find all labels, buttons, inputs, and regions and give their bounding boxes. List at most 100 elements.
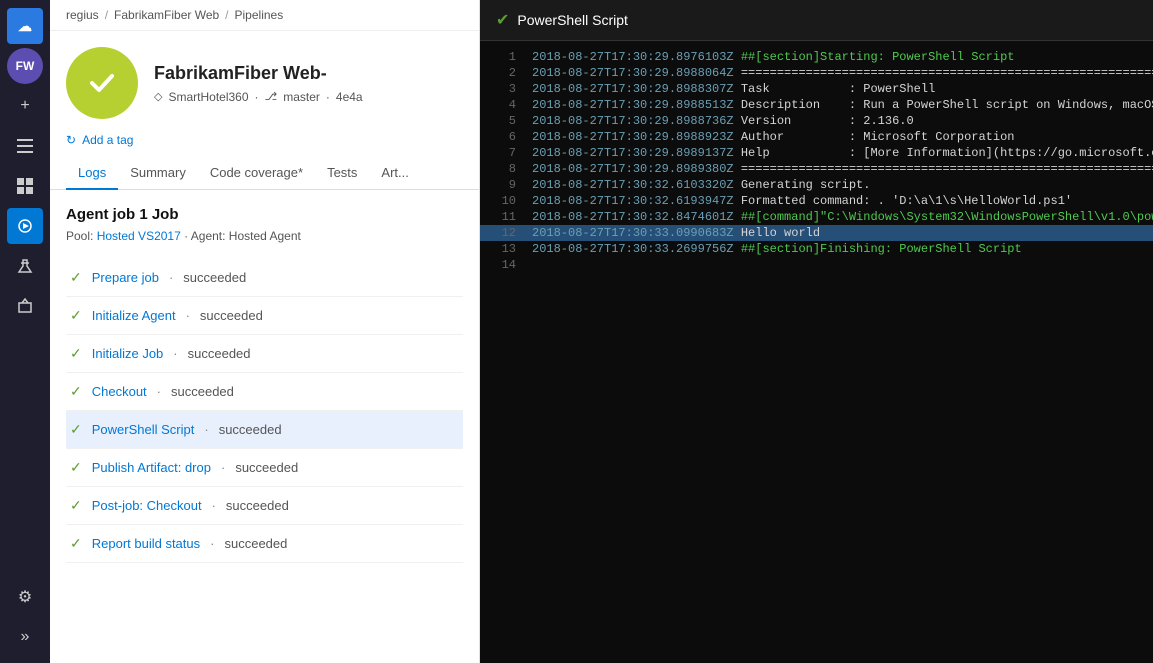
build-branch: master [283,90,320,104]
task-name-publish: Publish Artifact: drop [92,460,211,475]
task-check-powershell: ✓ [70,421,82,438]
task-dot-checkout: · [157,384,161,399]
add-icon[interactable]: + [7,88,43,124]
breadcrumb-sep-2: / [225,8,228,22]
task-name-powershell: PowerShell Script [92,422,195,437]
boards-icon[interactable] [7,168,43,204]
tag-icon: ↻ [66,133,76,147]
build-dot-1: · [255,90,259,104]
log-text-8: ========================================… [734,162,1153,176]
logo-icon[interactable]: ☁ [7,8,43,44]
log-time-1: 2018-08-27T17:30:29.8976103Z [532,50,734,64]
log-line-1: 1 2018-08-27T17:30:29.8976103Z ##[sectio… [480,49,1153,65]
log-time-11: 2018-08-27T17:30:32.8474601Z [532,210,734,224]
task-status-prepare: succeeded [183,270,246,285]
log-num-11: 11 [488,210,516,224]
task-item-init-agent[interactable]: ✓ Initialize Agent · succeeded [66,297,463,335]
log-num-6: 6 [488,130,516,144]
log-line-14: 14 [480,257,1153,273]
job-content: Agent job 1 Job Pool: Hosted VS2017 · Ag… [50,190,479,663]
task-status-publish: succeeded [235,460,298,475]
job-pool: Pool: Hosted VS2017 · Agent: Hosted Agen… [66,229,463,243]
tab-summary[interactable]: Summary [118,157,198,190]
log-line-2: 2 2018-08-27T17:30:29.8988064Z =========… [480,65,1153,81]
log-text-5: Version : 2.136.0 [734,114,914,128]
breadcrumb-sep-1: / [105,8,108,22]
task-check-init-agent: ✓ [70,307,82,324]
task-item-init-job[interactable]: ✓ Initialize Job · succeeded [66,335,463,373]
task-status-init-agent: succeeded [200,308,263,323]
task-status-checkout: succeeded [171,384,234,399]
build-header: FabrikamFiber Web- ◇ SmartHotel360 · ⎇ m… [50,31,479,131]
pool-label: Pool: [66,229,93,243]
terminal-check-icon: ✔ [496,10,509,30]
project-avatar[interactable]: FW [7,48,43,84]
breadcrumb-regius[interactable]: regius [66,8,99,22]
tab-artifacts[interactable]: Art... [369,157,420,190]
breadcrumb-pipelines[interactable]: Pipelines [235,8,284,22]
task-list: ✓ Prepare job · succeeded ✓ Initialize A… [66,259,463,563]
add-tag-label: Add a tag [82,133,133,147]
task-item-report[interactable]: ✓ Report build status · succeeded [66,525,463,563]
task-item-prepare[interactable]: ✓ Prepare job · succeeded [66,259,463,297]
settings-icon[interactable]: ⚙ [7,579,43,615]
task-item-publish[interactable]: ✓ Publish Artifact: drop · succeeded [66,449,463,487]
task-check-publish: ✓ [70,459,82,476]
task-check-prepare: ✓ [70,269,82,286]
build-status-icon [66,47,138,119]
log-text-4: Description : Run a PowerShell script on… [734,98,1153,112]
tab-logs[interactable]: Logs [66,157,118,190]
log-time-4: 2018-08-27T17:30:29.8988513Z [532,98,734,112]
build-title: FabrikamFiber Web- [154,63,363,84]
log-time-8: 2018-08-27T17:30:29.8989380Z [532,162,734,176]
log-num-13: 13 [488,242,516,256]
log-line-5: 5 2018-08-27T17:30:29.8988736Z Version :… [480,113,1153,129]
test-icon[interactable] [7,248,43,284]
terminal-panel: ✔ PowerShell Script 1 2018-08-27T17:30:2… [480,0,1153,663]
build-meta: ◇ SmartHotel360 · ⎇ master · 4e4a [154,90,363,104]
log-num-1: 1 [488,50,516,64]
tab-code-coverage[interactable]: Code coverage* [198,157,315,190]
build-commit: 4e4a [336,90,363,104]
task-dot-publish: · [221,460,225,475]
main-left-panel: regius / FabrikamFiber Web / Pipelines F… [50,0,480,663]
log-time-12: 2018-08-27T17:30:33.0990683Z [532,226,734,240]
task-name-init-job: Initialize Job [92,346,164,361]
task-name-report: Report build status [92,536,200,551]
tabs: Logs Summary Code coverage* Tests Art... [50,157,479,190]
tab-tests[interactable]: Tests [315,157,369,190]
task-dot-init-agent: · [186,308,190,323]
artifacts-icon[interactable] [7,288,43,324]
log-num-14: 14 [488,258,516,272]
task-name-init-agent: Initialize Agent [92,308,176,323]
add-tag-button[interactable]: ↻ Add a tag [50,131,479,157]
log-time-5: 2018-08-27T17:30:29.8988736Z [532,114,734,128]
expand-icon[interactable]: » [7,619,43,655]
pipelines-icon[interactable] [7,208,43,244]
sidebar-bottom: ⚙ » [7,579,43,663]
task-check-init-job: ✓ [70,345,82,362]
log-line-11: 11 2018-08-27T17:30:32.8474601Z ##[comma… [480,209,1153,225]
task-item-checkout[interactable]: ✓ Checkout · succeeded [66,373,463,411]
log-time-10: 2018-08-27T17:30:32.6193947Z [532,194,734,208]
task-item-powershell[interactable]: ✓ PowerShell Script · succeeded [66,411,463,449]
log-text-1: ##[section]Starting: PowerShell Script [734,50,1015,64]
terminal-header: ✔ PowerShell Script [480,0,1153,41]
terminal-body[interactable]: 1 2018-08-27T17:30:29.8976103Z ##[sectio… [480,41,1153,663]
log-num-2: 2 [488,66,516,80]
pool-link[interactable]: Hosted VS2017 [97,229,181,243]
log-time-9: 2018-08-27T17:30:32.6103320Z [532,178,734,192]
menu-icon[interactable] [7,128,43,164]
task-dot-report: · [210,536,214,551]
log-text-6: Author : Microsoft Corporation [734,130,1015,144]
task-status-report: succeeded [224,536,287,551]
task-status-init-job: succeeded [188,346,251,361]
log-text-3: Task : PowerShell [734,82,936,96]
task-item-post-checkout[interactable]: ✓ Post-job: Checkout · succeeded [66,487,463,525]
log-time-13: 2018-08-27T17:30:33.2699756Z [532,242,734,256]
breadcrumb-project[interactable]: FabrikamFiber Web [114,8,219,22]
log-num-8: 8 [488,162,516,176]
log-line-10: 10 2018-08-27T17:30:32.6193947Z Formatte… [480,193,1153,209]
task-name-prepare: Prepare job [92,270,159,285]
task-name-checkout: Checkout [92,384,147,399]
